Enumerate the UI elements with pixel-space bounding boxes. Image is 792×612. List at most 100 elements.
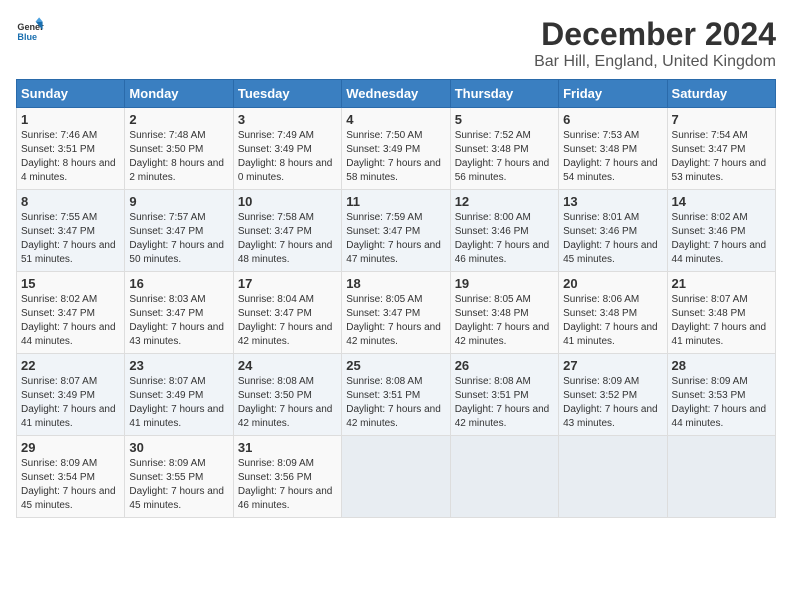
day-detail: Sunrise: 7:53 AMSunset: 3:48 PMDaylight:… [563,130,658,183]
calendar-cell: 9 Sunrise: 7:57 AMSunset: 3:47 PMDaylight… [125,190,233,272]
calendar-cell: 25 Sunrise: 8:08 AMSunset: 3:51 PMDayligh… [342,354,450,436]
calendar-cell: 8Sunrise: 7:55 AMSunset: 3:47 PMDaylight… [17,190,125,272]
calendar-cell: 22 Sunrise: 8:07 AMSunset: 3:49 PMDayligh… [17,354,125,436]
week-row-1: 1 Sunrise: 7:46 AMSunset: 3:51 PMDaylight… [17,108,776,190]
day-detail: Sunrise: 8:05 AMSunset: 3:48 PMDaylight:… [455,294,550,347]
day-detail: Sunrise: 8:07 AMSunset: 3:49 PMDaylight:… [21,376,116,429]
calendar-cell: 16 Sunrise: 8:03 AMSunset: 3:47 PMDayligh… [125,272,233,354]
day-number: 27 [563,358,662,373]
calendar-cell: 13 Sunrise: 8:01 AMSunset: 3:46 PMDayligh… [559,190,667,272]
calendar-cell: 15Sunrise: 8:02 AMSunset: 3:47 PMDayligh… [17,272,125,354]
calendar-cell: 30Sunrise: 8:09 AMSunset: 3:55 PMDayligh… [125,436,233,518]
day-detail: Sunrise: 7:54 AMSunset: 3:47 PMDaylight:… [672,130,767,183]
calendar-cell: 29Sunrise: 8:09 AMSunset: 3:54 PMDayligh… [17,436,125,518]
calendar-cell: 28 Sunrise: 8:09 AMSunset: 3:53 PMDayligh… [667,354,775,436]
header: General Blue December 2024 Bar Hill, Eng… [16,16,776,71]
day-number: 12 [455,194,554,209]
day-number: 15 [21,276,120,291]
calendar-cell: 26 Sunrise: 8:08 AMSunset: 3:51 PMDayligh… [450,354,558,436]
day-number: 5 [455,112,554,127]
day-number: 18 [346,276,445,291]
day-number: 4 [346,112,445,127]
calendar-cell: 10 Sunrise: 7:58 AMSunset: 3:47 PMDayligh… [233,190,341,272]
day-number: 28 [672,358,771,373]
day-number: 25 [346,358,445,373]
day-number: 11 [346,194,445,209]
day-detail: Sunrise: 7:58 AMSunset: 3:47 PMDaylight:… [238,212,333,265]
day-number: 14 [672,194,771,209]
day-number: 1 [21,112,120,127]
day-detail: Sunrise: 8:00 AMSunset: 3:46 PMDaylight:… [455,212,550,265]
calendar-cell: 18Sunrise: 8:05 AMSunset: 3:47 PMDayligh… [342,272,450,354]
day-detail: Sunrise: 7:59 AMSunset: 3:47 PMDaylight:… [346,212,441,265]
week-row-3: 15Sunrise: 8:02 AMSunset: 3:47 PMDayligh… [17,272,776,354]
day-number: 16 [129,276,228,291]
day-detail: Sunrise: 7:57 AMSunset: 3:47 PMDaylight:… [129,212,224,265]
week-row-4: 22 Sunrise: 8:07 AMSunset: 3:49 PMDayligh… [17,354,776,436]
day-detail: Sunrise: 8:09 AMSunset: 3:52 PMDaylight:… [563,376,658,429]
day-number: 3 [238,112,337,127]
day-detail: Sunrise: 8:07 AMSunset: 3:49 PMDaylight:… [129,376,224,429]
calendar-cell: 5Sunrise: 7:52 AMSunset: 3:48 PMDaylight… [450,108,558,190]
calendar-cell: 4Sunrise: 7:50 AMSunset: 3:49 PMDaylight… [342,108,450,190]
day-detail: Sunrise: 7:48 AMSunset: 3:50 PMDaylight:… [129,130,224,183]
day-number: 7 [672,112,771,127]
day-detail: Sunrise: 8:08 AMSunset: 3:51 PMDaylight:… [346,376,441,429]
day-detail: Sunrise: 8:09 AMSunset: 3:54 PMDaylight:… [21,458,116,511]
calendar-cell: 19 Sunrise: 8:05 AMSunset: 3:48 PMDayligh… [450,272,558,354]
day-number: 13 [563,194,662,209]
calendar-cell: 21Sunrise: 8:07 AMSunset: 3:48 PMDayligh… [667,272,775,354]
day-detail: Sunrise: 8:08 AMSunset: 3:51 PMDaylight:… [455,376,550,429]
day-detail: Sunrise: 8:09 AMSunset: 3:56 PMDaylight:… [238,458,333,511]
calendar-table: SundayMondayTuesdayWednesdayThursdayFrid… [16,79,776,518]
calendar-cell: 17Sunrise: 8:04 AMSunset: 3:47 PMDayligh… [233,272,341,354]
week-row-2: 8Sunrise: 7:55 AMSunset: 3:47 PMDaylight… [17,190,776,272]
calendar-cell: 3Sunrise: 7:49 AMSunset: 3:49 PMDaylight… [233,108,341,190]
calendar-cell: 1 Sunrise: 7:46 AMSunset: 3:51 PMDaylight… [17,108,125,190]
calendar-cell [667,436,775,518]
day-detail: Sunrise: 7:46 AMSunset: 3:51 PMDaylight:… [21,130,116,183]
day-number: 8 [21,194,120,209]
calendar-cell [342,436,450,518]
day-detail: Sunrise: 8:02 AMSunset: 3:46 PMDaylight:… [672,212,767,265]
day-number: 26 [455,358,554,373]
logo-icon: General Blue [16,16,44,44]
calendar-cell: 24Sunrise: 8:08 AMSunset: 3:50 PMDayligh… [233,354,341,436]
day-number: 10 [238,194,337,209]
col-header-friday: Friday [559,80,667,108]
col-header-tuesday: Tuesday [233,80,341,108]
day-detail: Sunrise: 8:03 AMSunset: 3:47 PMDaylight:… [129,294,224,347]
day-detail: Sunrise: 8:01 AMSunset: 3:46 PMDaylight:… [563,212,658,265]
col-header-wednesday: Wednesday [342,80,450,108]
calendar-cell: 23 Sunrise: 8:07 AMSunset: 3:49 PMDayligh… [125,354,233,436]
subtitle: Bar Hill, England, United Kingdom [534,53,776,71]
col-header-monday: Monday [125,80,233,108]
day-number: 31 [238,440,337,455]
calendar-cell: 7 Sunrise: 7:54 AMSunset: 3:47 PMDaylight… [667,108,775,190]
calendar-cell [450,436,558,518]
day-detail: Sunrise: 8:09 AMSunset: 3:53 PMDaylight:… [672,376,767,429]
calendar-cell: 14 Sunrise: 8:02 AMSunset: 3:46 PMDayligh… [667,190,775,272]
day-number: 22 [21,358,120,373]
calendar-cell: 20Sunrise: 8:06 AMSunset: 3:48 PMDayligh… [559,272,667,354]
week-row-5: 29Sunrise: 8:09 AMSunset: 3:54 PMDayligh… [17,436,776,518]
day-number: 23 [129,358,228,373]
col-header-sunday: Sunday [17,80,125,108]
day-number: 20 [563,276,662,291]
day-number: 19 [455,276,554,291]
logo: General Blue [16,16,44,44]
calendar-cell: 6Sunrise: 7:53 AMSunset: 3:48 PMDaylight… [559,108,667,190]
day-number: 21 [672,276,771,291]
header-row: SundayMondayTuesdayWednesdayThursdayFrid… [17,80,776,108]
calendar-cell: 11 Sunrise: 7:59 AMSunset: 3:47 PMDayligh… [342,190,450,272]
svg-text:Blue: Blue [17,32,37,42]
calendar-cell [559,436,667,518]
col-header-thursday: Thursday [450,80,558,108]
day-detail: Sunrise: 8:04 AMSunset: 3:47 PMDaylight:… [238,294,333,347]
day-number: 2 [129,112,228,127]
main-title: December 2024 [534,16,776,53]
day-detail: Sunrise: 8:08 AMSunset: 3:50 PMDaylight:… [238,376,333,429]
calendar-cell: 31 Sunrise: 8:09 AMSunset: 3:56 PMDayligh… [233,436,341,518]
title-block: December 2024 Bar Hill, England, United … [534,16,776,71]
day-number: 9 [129,194,228,209]
